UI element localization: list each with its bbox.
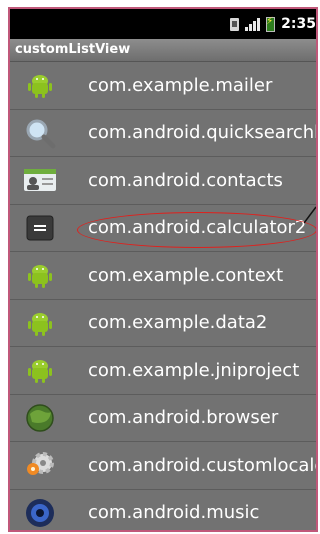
status-bar: 2:35 bbox=[10, 9, 316, 39]
magnifier-icon bbox=[20, 113, 60, 153]
calculator-icon bbox=[20, 208, 60, 248]
annotation-pointer-line bbox=[304, 206, 316, 223]
list-item-label: com.example.jniproject bbox=[88, 359, 300, 381]
list-item-label: com.example.mailer bbox=[88, 74, 273, 96]
list-item-label: com.example.data2 bbox=[88, 312, 268, 334]
list-item-label: com.android.quicksearchbox bbox=[88, 122, 316, 144]
list-item[interactable]: com.android.customlocale bbox=[10, 442, 316, 490]
list-item-label: com.android.contacts bbox=[88, 169, 283, 191]
highlight-ellipse bbox=[77, 211, 316, 248]
android-robot-icon bbox=[20, 65, 60, 105]
speaker-icon bbox=[20, 493, 60, 530]
android-robot-icon bbox=[20, 350, 60, 390]
signal-icon bbox=[245, 17, 261, 31]
list-item[interactable]: com.example.jniproject bbox=[10, 347, 316, 395]
list-item-label: com.android.music bbox=[88, 502, 260, 524]
battery-charging-icon bbox=[266, 16, 276, 32]
list-item[interactable]: com.android.calculator2 bbox=[10, 204, 316, 252]
contacts-icon bbox=[20, 160, 60, 200]
list-item-label: com.example.context bbox=[88, 264, 284, 286]
sim-icon bbox=[230, 17, 240, 31]
phone-screen: 2:35 customListView com.example.mailer bbox=[8, 7, 318, 532]
list-item[interactable]: com.example.context bbox=[10, 252, 316, 300]
list-item[interactable]: com.android.music bbox=[10, 489, 316, 530]
list-item[interactable]: com.example.mailer bbox=[10, 62, 316, 110]
android-robot-icon bbox=[20, 303, 60, 343]
status-time: 2:35 bbox=[281, 16, 316, 32]
android-robot-icon bbox=[20, 255, 60, 295]
list-item[interactable]: com.android.quicksearchbox bbox=[10, 109, 316, 157]
list-item[interactable]: com.example.data2 bbox=[10, 299, 316, 347]
list-item-label: com.android.customlocale bbox=[88, 454, 318, 476]
list-item[interactable]: com.android.browser bbox=[10, 394, 316, 442]
list-item-label: com.android.browser bbox=[88, 407, 279, 429]
app-title: customListView bbox=[10, 39, 316, 62]
gear-icon bbox=[20, 445, 60, 485]
list-item[interactable]: com.android.contacts bbox=[10, 157, 316, 205]
globe-icon bbox=[20, 398, 60, 438]
app-list: com.example.mailer com.android.quicksear… bbox=[10, 62, 316, 530]
